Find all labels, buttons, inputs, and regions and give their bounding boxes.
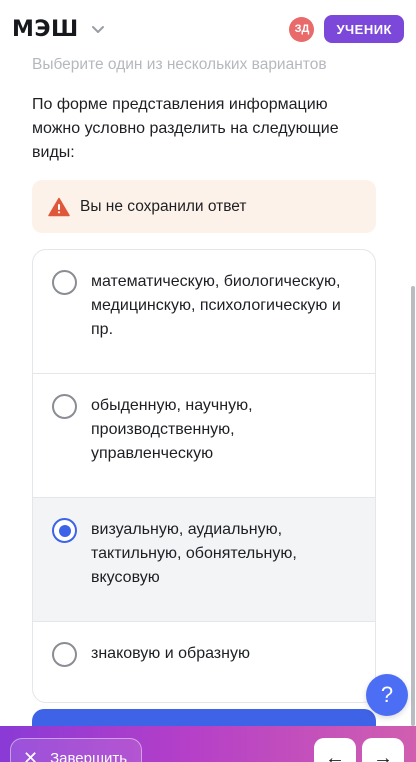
radio-button[interactable] [52, 642, 77, 667]
unsaved-warning: Вы не сохранили ответ [32, 180, 376, 233]
radio-button-checked[interactable] [52, 518, 77, 543]
finish-label: Завершить [50, 749, 128, 762]
help-icon: ? [380, 682, 394, 707]
question-text: По форме представления информацию можно … [32, 96, 339, 161]
finish-button[interactable]: ✕ Завершить [10, 738, 142, 762]
answer-option[interactable]: обыденную, научную, производственную, уп… [33, 374, 375, 498]
next-button[interactable]: → [362, 738, 404, 762]
answer-label: визуальную, аудиальную, тактильную, обон… [91, 521, 297, 586]
warning-icon [48, 197, 70, 217]
chevron-down-icon[interactable] [91, 22, 105, 36]
answer-option[interactable]: знаковую и образную [33, 622, 375, 702]
app-header: МЭШ ЗД УЧЕНИК [0, 0, 416, 58]
radio-button[interactable] [52, 394, 77, 419]
answer-label: обыденную, научную, производственную, уп… [91, 397, 253, 462]
role-badge[interactable]: УЧЕНИК [324, 15, 404, 43]
help-button[interactable]: ? [366, 674, 408, 716]
previous-button[interactable]: ← [314, 738, 356, 762]
answer-option-selected[interactable]: визуальную, аудиальную, тактильную, обон… [33, 498, 375, 622]
app-logo[interactable]: МЭШ [12, 17, 79, 42]
arrow-left-icon: ← [325, 746, 345, 762]
answer-option[interactable]: математическую, биологическую, медицинск… [33, 250, 375, 374]
task-content: Выберите один из нескольких вариантов По… [32, 54, 376, 703]
scrollbar-thumb[interactable] [411, 286, 415, 726]
header-user-area: ЗД УЧЕНИК [289, 15, 404, 43]
arrow-right-icon: → [373, 746, 393, 762]
answer-label: математическую, биологическую, медицинск… [91, 273, 341, 338]
close-icon: ✕ [23, 747, 39, 762]
answer-label: знаковую и образную [91, 645, 250, 662]
warning-text: Вы не сохранили ответ [80, 197, 247, 215]
radio-button[interactable] [52, 270, 77, 295]
scrollbar[interactable] [410, 58, 416, 762]
answer-options: математическую, биологическую, медицинск… [32, 249, 376, 703]
avatar[interactable]: ЗД [289, 16, 315, 42]
